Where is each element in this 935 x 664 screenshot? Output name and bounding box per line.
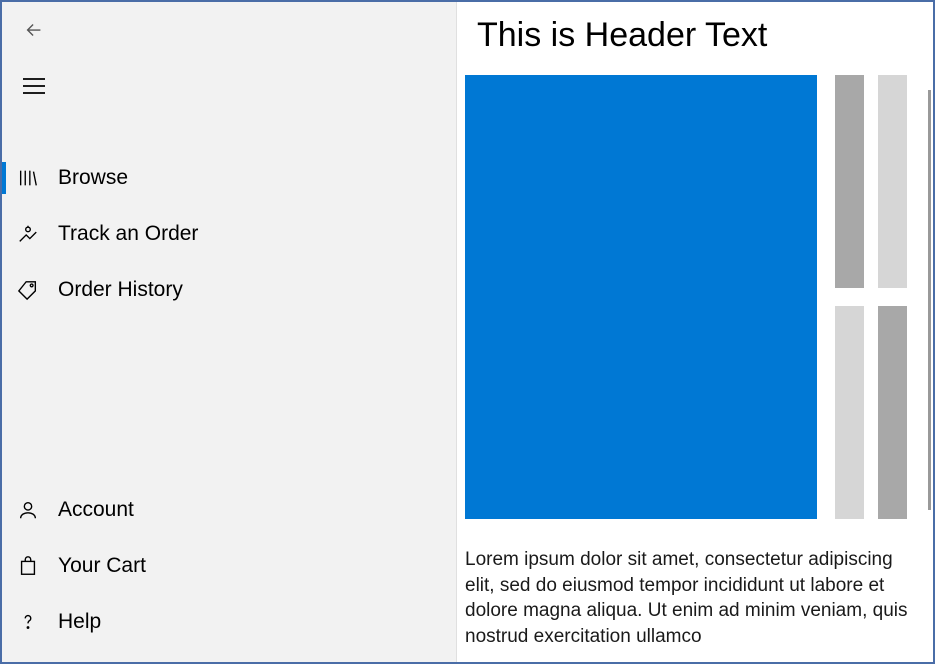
question-icon: [16, 610, 40, 634]
bag-icon: [16, 554, 40, 578]
nav-label: Account: [58, 498, 134, 522]
nav-top: Browse Track an Order Order History: [2, 150, 456, 318]
scrollbar[interactable]: [928, 90, 931, 510]
person-icon: [16, 498, 40, 522]
side-tiles: [835, 75, 907, 519]
nav-label: Browse: [58, 166, 128, 190]
tag-icon: [16, 278, 40, 302]
track-icon: [16, 222, 40, 246]
tile-row: [835, 75, 907, 288]
tile[interactable]: [835, 306, 864, 519]
nav-item-help[interactable]: Help: [2, 594, 456, 650]
back-button[interactable]: [10, 6, 58, 54]
tile[interactable]: [878, 75, 907, 288]
nav-bottom: Account Your Cart Help: [2, 482, 456, 650]
nav-label: Help: [58, 610, 101, 634]
body-paragraph: Lorem ipsum dolor sit amet, consectetur …: [457, 519, 933, 650]
books-icon: [16, 166, 40, 190]
tile[interactable]: [878, 306, 907, 519]
hamburger-button[interactable]: [10, 62, 58, 110]
nav-label: Your Cart: [58, 554, 146, 578]
nav-label: Track an Order: [58, 222, 198, 246]
content-tiles: [457, 75, 933, 519]
arrow-left-icon: [23, 19, 45, 41]
hamburger-icon: [23, 77, 45, 95]
nav-item-browse[interactable]: Browse: [2, 150, 456, 206]
nav-item-track-order[interactable]: Track an Order: [2, 206, 456, 262]
nav-item-account[interactable]: Account: [2, 482, 456, 538]
hero-tile[interactable]: [465, 75, 817, 519]
nav-item-cart[interactable]: Your Cart: [2, 538, 456, 594]
main-content: This is Header Text Lorem ipsum dolor si…: [457, 2, 933, 662]
nav-item-order-history[interactable]: Order History: [2, 262, 456, 318]
sidebar: Browse Track an Order Order History: [2, 2, 457, 662]
nav-label: Order History: [58, 278, 183, 302]
tile[interactable]: [835, 75, 864, 288]
tile-row: [835, 306, 907, 519]
page-header: This is Header Text: [457, 2, 933, 75]
